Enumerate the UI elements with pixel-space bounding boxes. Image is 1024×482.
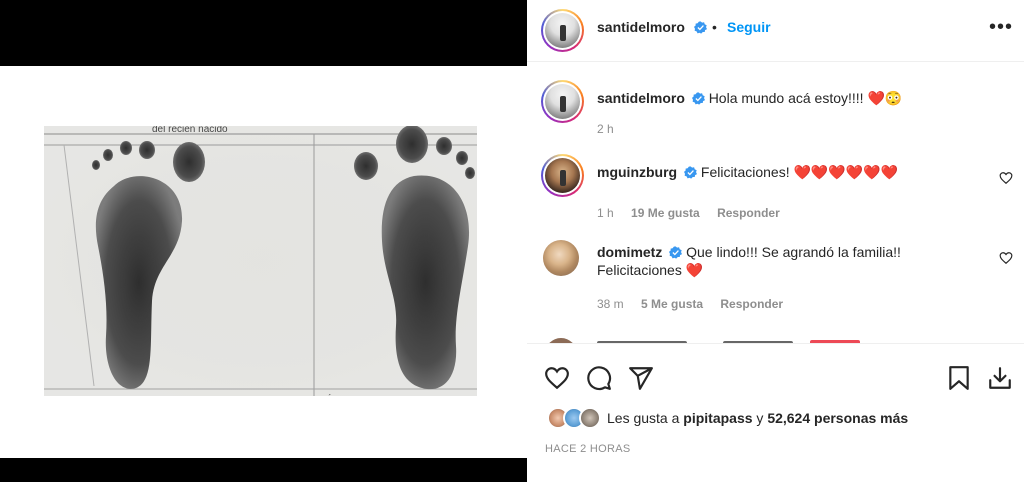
caption-text: Hola mundo acá estoy!!!! ❤️😳 [708, 90, 903, 106]
commenter-username[interactable]: domimetz [597, 244, 662, 260]
more-options-icon[interactable]: ••• [989, 17, 1013, 37]
caption-time[interactable]: 2 h [597, 122, 614, 136]
footprints-photo: del recién nacido ICACIÓN [44, 126, 477, 396]
letterbox-top [0, 0, 527, 66]
commenter-avatar[interactable] [541, 154, 584, 197]
reply-button[interactable]: Responder [717, 206, 780, 220]
follow-button[interactable]: Seguir [727, 19, 771, 35]
author-avatar[interactable] [541, 9, 584, 52]
liker-avatar[interactable] [579, 407, 601, 429]
download-icon[interactable] [987, 365, 1013, 391]
likes-prefix: Les gusta a [607, 410, 684, 426]
post-actions: Les gusta a pipitapass y 52,624 personas… [527, 343, 1024, 482]
post-header: santidelmoro • Seguir ••• [527, 0, 1024, 62]
post-panel: santidelmoro • Seguir ••• santidelmoro H… [527, 0, 1024, 482]
verified-icon [691, 92, 705, 105]
verified-icon [694, 21, 707, 34]
verified-icon [684, 166, 697, 179]
commenter-avatar[interactable] [543, 240, 579, 276]
post-timestamp[interactable]: HACE 2 HORAS [545, 443, 631, 455]
comment-icon[interactable] [586, 365, 612, 391]
commenter-username[interactable]: mguinzburg [597, 164, 677, 180]
heart-icon[interactable] [544, 365, 570, 391]
letterbox-bottom [0, 458, 527, 482]
save-icon[interactable] [946, 365, 972, 391]
liked-by-user[interactable]: pipitapass [683, 410, 752, 426]
share-icon[interactable] [628, 365, 654, 391]
verified-icon [669, 246, 683, 259]
comment-like-heart-icon[interactable] [999, 171, 1013, 185]
likes-count[interactable]: 52,624 personas más [767, 410, 908, 426]
caption-username[interactable]: santidelmoro [597, 90, 685, 106]
comment-time[interactable]: 1 h [597, 206, 614, 220]
comment-likes[interactable]: 5 Me gusta [641, 297, 703, 311]
comment-likes[interactable]: 19 Me gusta [631, 206, 700, 220]
likes-summary[interactable]: Les gusta a pipitapass y 52,624 personas… [607, 410, 908, 426]
caption-avatar[interactable] [541, 80, 584, 123]
reply-button[interactable]: Responder [720, 297, 783, 311]
author-username[interactable]: santidelmoro [597, 19, 685, 35]
likes-middle: y [752, 410, 768, 426]
separator-dot: • [712, 19, 717, 35]
comment-text: Que lindo!!! Se agrandó la familia!! [686, 244, 901, 260]
comment-time[interactable]: 38 m [597, 297, 624, 311]
comment-text-line2: Felicitaciones ❤️ [597, 262, 704, 278]
comments-list[interactable]: santidelmoro Hola mundo acá estoy!!!! ❤️… [527, 62, 1024, 343]
comment-text: Felicitaciones! ❤️❤️❤️❤️❤️❤️ [700, 164, 899, 180]
post-media[interactable]: del recién nacido ICACIÓN [0, 0, 527, 482]
comment-like-heart-icon[interactable] [999, 251, 1013, 265]
